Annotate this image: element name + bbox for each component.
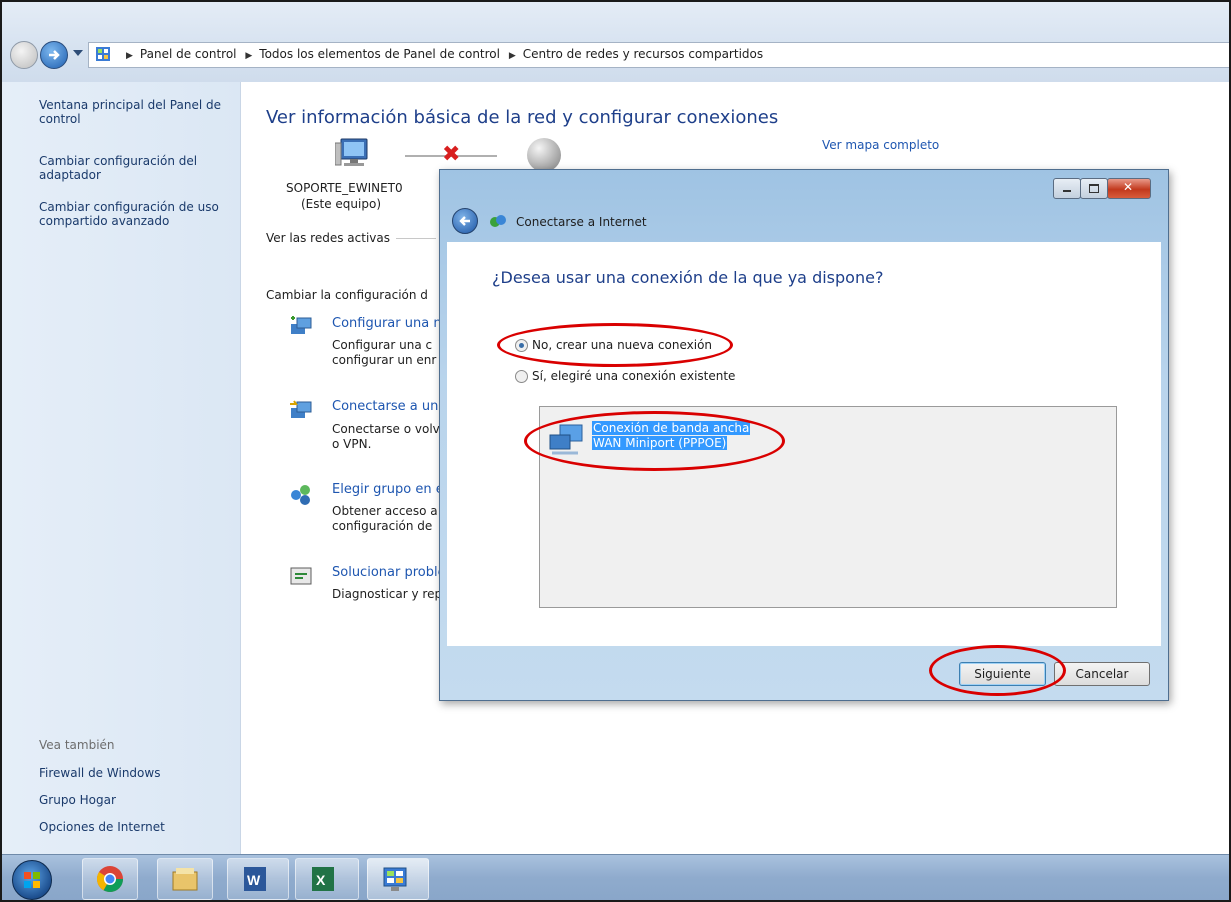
dialog-back-button[interactable] xyxy=(452,208,478,234)
chevron-right-icon: ▶ xyxy=(508,51,516,61)
taskbar-excel[interactable]: X xyxy=(295,858,359,900)
taskbar-word[interactable]: W xyxy=(227,858,289,900)
screen: ▶ Panel de control ▶ Todos los elementos d… xyxy=(0,0,1231,902)
address-bar[interactable]: ▶ Panel de control ▶ Todos los elementos d… xyxy=(88,42,1229,68)
change-settings-heading: Cambiar la configuración d xyxy=(266,288,428,302)
taskbar: W X xyxy=(2,854,1229,900)
minimize-button[interactable] xyxy=(1053,178,1081,199)
window-controls xyxy=(1053,178,1151,199)
control-panel-icon xyxy=(96,47,110,61)
computer-caption: (Este equipo) xyxy=(301,197,381,211)
computer-name: SOPORTE_EWINET0 (Este equipo) xyxy=(286,180,403,212)
task-homegroup-link[interactable]: Elegir grupo en el xyxy=(332,482,447,497)
task-desc-line: configuración de xyxy=(332,519,433,533)
explorer-address-area: ▶ Panel de control ▶ Todos los elementos d… xyxy=(2,2,1229,82)
disconnected-x-icon: ✖ xyxy=(442,142,461,167)
divider xyxy=(395,238,436,239)
word-icon: W xyxy=(244,867,266,891)
taskbar-control-panel[interactable] xyxy=(367,858,429,900)
internet-globe-icon xyxy=(527,138,561,172)
arrow-right-icon xyxy=(49,50,60,60)
maximize-button[interactable] xyxy=(1080,178,1108,199)
task-homegroup-desc: Obtener acceso a configuración de xyxy=(332,504,438,534)
homegroup-icon xyxy=(291,485,310,505)
chrome-icon xyxy=(96,866,124,893)
breadcrumb-network-center[interactable]: Centro de redes y recursos compartidos xyxy=(523,47,763,61)
close-button[interactable] xyxy=(1107,178,1151,199)
see-full-map-link[interactable]: Ver mapa completo xyxy=(822,138,939,152)
recent-pages-dropdown[interactable] xyxy=(73,50,83,56)
breadcrumb: ▶ Panel de control ▶ Todos los elementos d… xyxy=(121,47,763,61)
dialog-title: Conectarse a Internet xyxy=(516,215,647,229)
page-title: Ver información básica de la red y confi… xyxy=(266,107,779,128)
link-windows-firewall[interactable]: Firewall de Windows xyxy=(39,766,160,780)
radio-use-existing-label: Sí, elegiré una conexión existente xyxy=(532,369,736,383)
link-change-adapter-settings[interactable]: Cambiar configuración del adaptador xyxy=(39,154,234,182)
see-also-heading: Vea también xyxy=(39,738,115,752)
radio-unselected-icon xyxy=(515,370,528,383)
svg-text:W: W xyxy=(247,872,261,888)
dialog-question: ¿Desea usar una conexión de la que ya di… xyxy=(492,268,884,287)
active-networks-text: Ver las redes activas xyxy=(266,231,390,245)
computer-name-text: SOPORTE_EWINET0 xyxy=(286,181,403,195)
task-desc-line: Obtener acceso a xyxy=(332,504,438,518)
dialog-header: Conectarse a Internet xyxy=(440,204,1168,242)
control-panel-icon xyxy=(383,867,407,891)
chevron-right-icon: ▶ xyxy=(245,51,253,61)
task-troubleshoot-link[interactable]: Solucionar proble xyxy=(332,565,446,580)
connect-network-icon xyxy=(290,400,312,418)
task-desc-line: configurar un enr xyxy=(332,353,437,367)
task-troubleshoot-desc: Diagnosticar y rep xyxy=(332,587,442,602)
file-explorer-icon xyxy=(172,868,198,891)
link-control-panel-home[interactable]: Ventana principal del Panel de control xyxy=(39,98,234,126)
arrow-left-icon xyxy=(459,216,470,226)
task-desc-line: Diagnosticar y rep xyxy=(332,587,443,601)
task-setup-connection-desc: Configurar una c configurar un enr xyxy=(332,338,436,368)
excel-icon: X xyxy=(312,867,334,891)
setup-connection-icon xyxy=(291,316,312,334)
task-connect-network-desc: Conectarse o volv o VPN. xyxy=(332,422,440,452)
network-globe-icon xyxy=(490,215,506,227)
start-orb[interactable] xyxy=(12,860,52,900)
computer-icon xyxy=(335,138,368,166)
svg-text:X: X xyxy=(316,872,326,888)
task-desc-line: Configurar una c xyxy=(332,338,433,352)
troubleshoot-icon xyxy=(290,567,312,585)
link-internet-options[interactable]: Opciones de Internet xyxy=(39,820,165,834)
breadcrumb-all-items[interactable]: Todos los elementos de Panel de control xyxy=(259,47,500,61)
left-navigation-pane: Ventana principal del Panel de control C… xyxy=(2,82,241,854)
link-homegroup[interactable]: Grupo Hogar xyxy=(39,793,116,807)
breadcrumb-control-panel[interactable]: Panel de control xyxy=(140,47,237,61)
task-connect-network-link[interactable]: Conectarse a una xyxy=(332,399,446,414)
task-desc-line: o VPN. xyxy=(332,437,372,451)
forward-button[interactable] xyxy=(40,41,68,69)
task-setup-connection-link[interactable]: Configurar una n xyxy=(332,316,442,331)
windows-logo-icon xyxy=(24,872,40,888)
link-advanced-sharing-settings[interactable]: Cambiar configuración de uso compartido … xyxy=(39,200,234,228)
annotation-circle-next-button xyxy=(929,645,1066,696)
active-networks-heading: Ver las redes activas xyxy=(266,231,436,245)
taskbar-file-explorer[interactable] xyxy=(157,858,213,900)
taskbar-chrome[interactable] xyxy=(82,858,138,900)
back-button[interactable] xyxy=(10,41,38,69)
cancel-button[interactable]: Cancelar xyxy=(1054,662,1150,686)
chevron-right-icon: ▶ xyxy=(126,51,133,61)
annotation-circle-new-connection xyxy=(497,323,733,367)
task-desc-line: Conectarse o volv xyxy=(332,422,440,436)
annotation-circle-connection-item xyxy=(524,411,785,471)
